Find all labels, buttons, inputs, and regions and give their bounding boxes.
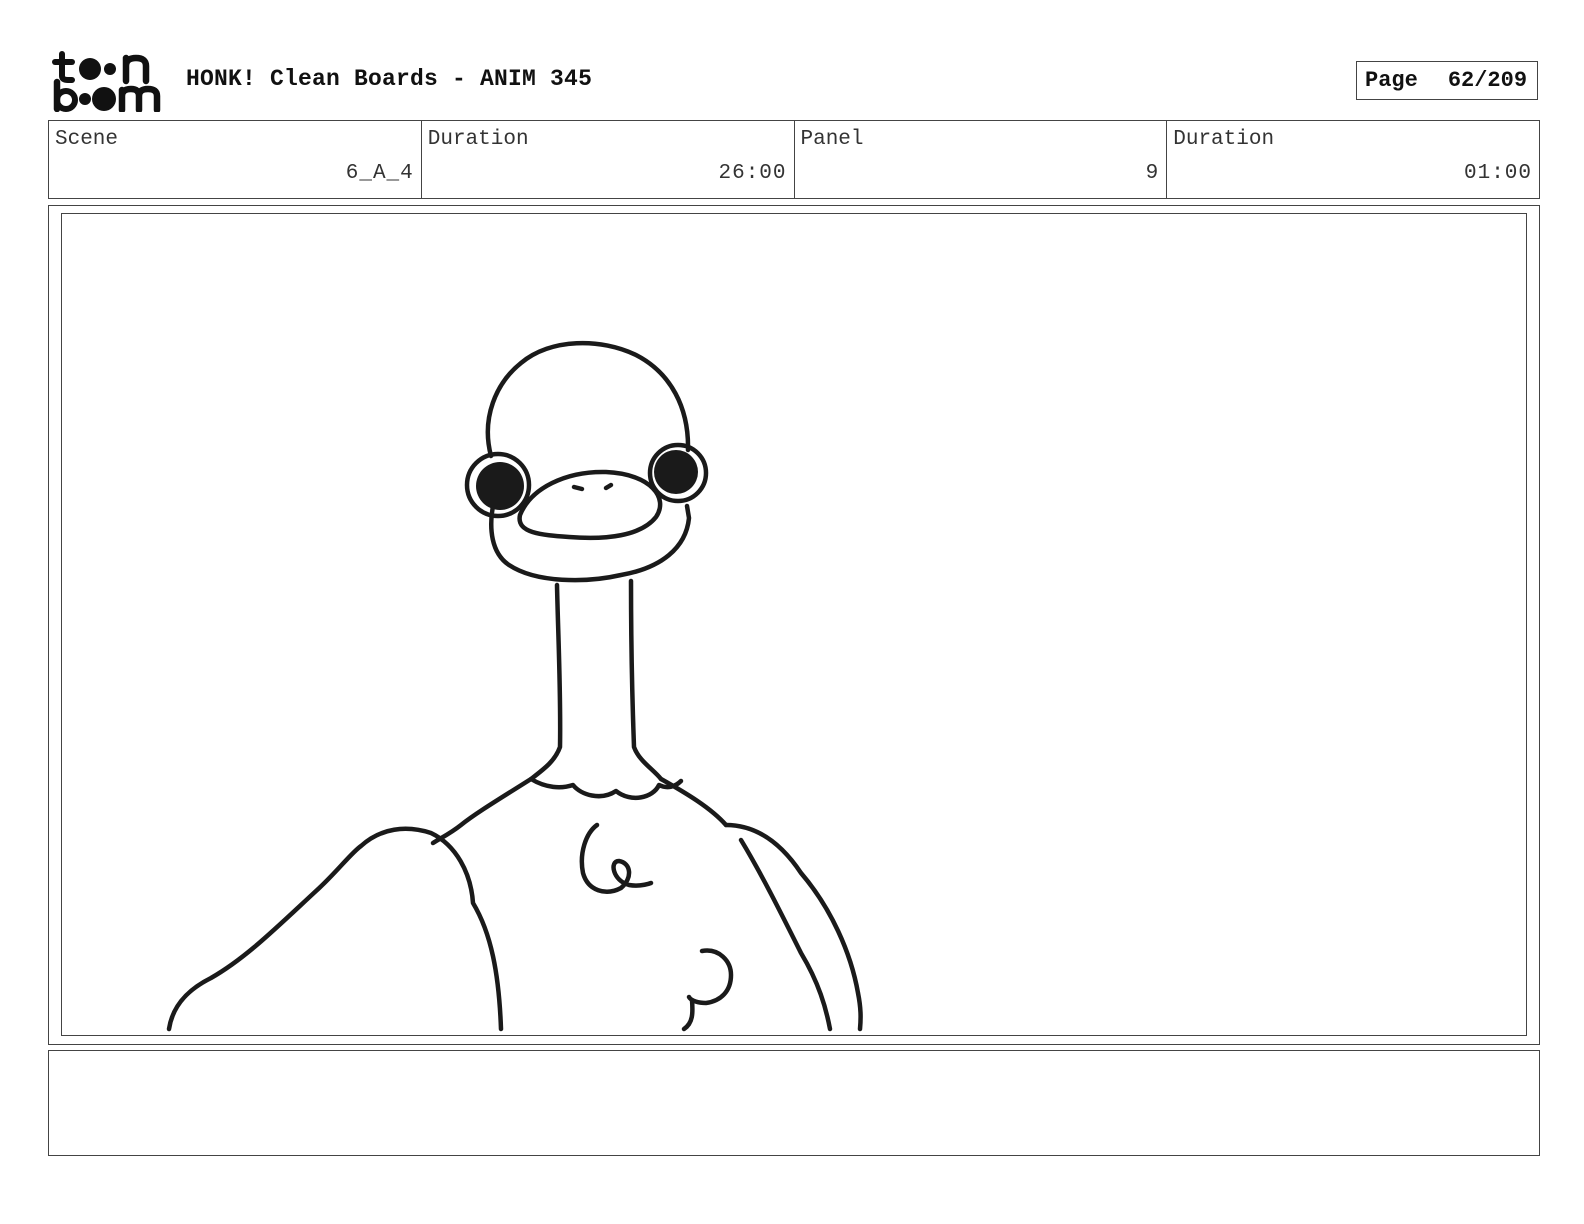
scene-duration-value: 26:00 xyxy=(718,162,787,185)
panel-label: Panel xyxy=(800,128,864,151)
panel-value: 9 xyxy=(1145,162,1160,185)
panel-cell: Panel 9 xyxy=(795,121,1168,198)
panel-notes-box[interactable] xyxy=(48,1050,1540,1156)
scene-duration-cell: Duration 26:00 xyxy=(422,121,795,198)
scene-cell: Scene 6_A_4 xyxy=(49,121,422,198)
panel-info-row: Scene 6_A_4 Duration 26:00 Panel 9 Durat… xyxy=(48,120,1540,199)
scene-label: Scene xyxy=(55,128,119,151)
document-title: HONK! Clean Boards - ANIM 345 xyxy=(186,66,593,92)
page-indicator: Page 62/209 xyxy=(1356,61,1538,100)
panel-duration-cell: Duration 01:00 xyxy=(1167,121,1539,198)
scene-value: 6_A_4 xyxy=(345,162,414,185)
goose-drawing xyxy=(166,340,863,1031)
scene-duration-label: Duration xyxy=(427,128,529,151)
storyboard-panel-frame xyxy=(48,205,1540,1045)
toon-boom-logo-icon xyxy=(52,51,161,112)
storyboard-panel-image xyxy=(61,213,1527,1036)
panel-duration-label: Duration xyxy=(1173,128,1275,151)
page-value: 62/209 xyxy=(1447,68,1528,93)
panel-duration-value: 01:00 xyxy=(1463,162,1532,185)
page-label: Page xyxy=(1365,68,1418,93)
